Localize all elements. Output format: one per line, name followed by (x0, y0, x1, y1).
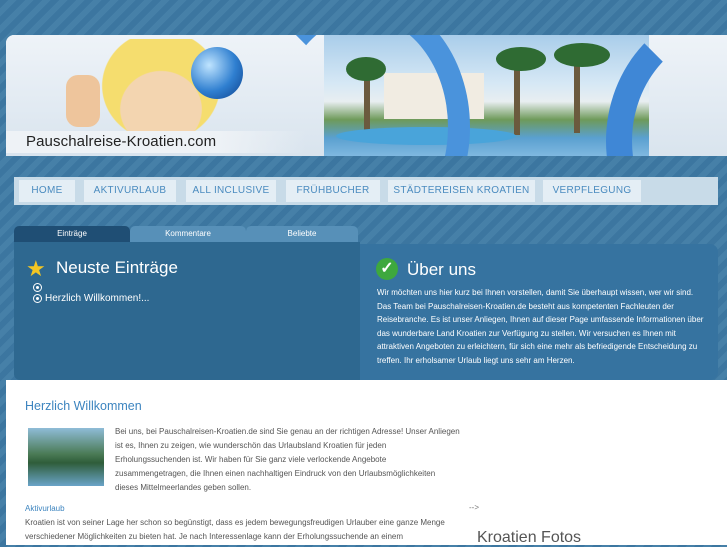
main-content: Herzlich Willkommen Bei uns, bei Pauscha… (6, 380, 727, 546)
about-us-text: Wir möchten uns hier kurz bei Ihnen vors… (377, 288, 704, 365)
palm-leaves (554, 43, 610, 67)
nav-all-inclusive[interactable]: ALL INCLUSIVE (186, 180, 276, 202)
thumbs-up-image (66, 75, 100, 127)
tab-kommentare[interactable]: Kommentare (130, 226, 246, 242)
about-us-title: Über uns (407, 260, 476, 279)
article-thumbnail (28, 428, 104, 486)
nav-verpflegung[interactable]: VERPFLEGUNG (543, 180, 641, 202)
bullet-icon (33, 283, 42, 292)
article-subheading[interactable]: Aktivurlaub (25, 504, 65, 513)
palm-leaves (496, 47, 546, 71)
article-title[interactable]: Herzlich Willkommen (25, 399, 142, 413)
globe-image (191, 47, 243, 99)
nav-aktivurlaub[interactable]: AKTIVURLAUB (84, 180, 176, 202)
latest-entries-title: Neuste Einträge (56, 258, 178, 277)
nav-home[interactable]: HOME (19, 180, 75, 202)
star-icon: ★ (26, 256, 46, 281)
main-navigation: HOME AKTIVURLAUB ALL INCLUSIVE FRÜHBUCHE… (14, 177, 718, 205)
tab-beliebte[interactable]: Beliebte (246, 226, 358, 242)
nav-fruehbucher[interactable]: FRÜHBUCHER (286, 180, 380, 202)
stray-arrow-text: --> (469, 503, 479, 512)
tab-eintraege[interactable]: Einträge (14, 226, 130, 242)
site-title-bar: Pauschalreise-Kroatien.com (6, 131, 306, 153)
latest-entries-panel: ★ Neuste Einträge Herzlich Willkommen!..… (14, 242, 360, 380)
check-icon: ✓ (376, 258, 398, 280)
about-us-panel: ✓ Über uns Wir möchten uns hier kurz bei… (360, 244, 718, 380)
entry-link-herzlich-willkommen[interactable]: Herzlich Willkommen!... (45, 293, 149, 304)
bullet-icon (33, 294, 42, 303)
site-title[interactable]: Pauschalreise-Kroatien.com (26, 133, 216, 150)
nav-staedtereisen-kroatien[interactable]: STÄDTEREISEN KROATIEN (388, 180, 535, 202)
article-intro: Bei uns, bei Pauschalreisen-Kroatien.de … (115, 427, 460, 492)
sidebar-title: Kroatien Fotos (477, 529, 582, 546)
article-body: Kroatien ist von seiner Lage her schon s… (25, 518, 445, 541)
